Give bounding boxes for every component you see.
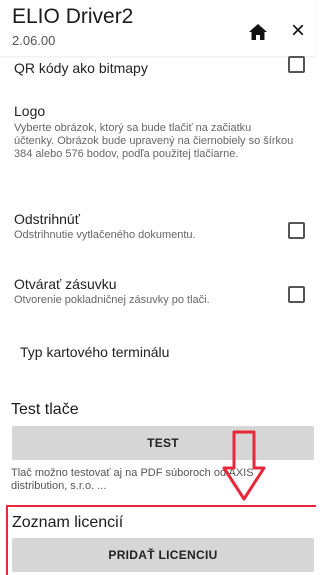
home-icon	[249, 24, 267, 40]
down-arrow-annotation	[222, 430, 266, 501]
app-title: ELIO Driver2	[12, 5, 134, 28]
home-button[interactable]	[248, 22, 268, 42]
logo-setting-description: Vyberte obrázok, ktorý sa bude tlačiť na…	[14, 122, 294, 160]
test-button[interactable]: TEST	[12, 426, 314, 460]
close-icon: ×	[290, 17, 305, 44]
logo-setting-title[interactable]: Logo	[14, 102, 45, 120]
card-terminal-type-setting[interactable]: Typ kartového terminálu	[20, 343, 169, 361]
test-print-section-title: Test tlače	[11, 401, 79, 418]
drawer-setting-title: Otvárať zásuvku	[14, 276, 117, 292]
qr-bitmap-checkbox[interactable]	[288, 56, 305, 73]
qr-bitmap-label: QR kódy ako bitmapy	[14, 60, 148, 76]
license-list-section-title: Zoznam licencií	[12, 514, 124, 531]
close-button[interactable]: ×	[286, 19, 310, 43]
drawer-checkbox[interactable]	[288, 286, 305, 303]
app-version: 2.06.00	[12, 33, 56, 48]
add-license-button[interactable]: PRIDAŤ LICENCIU	[12, 538, 314, 572]
tear-setting-title: Odstrihnúť	[14, 211, 80, 227]
tear-setting-description: Odstrihnutie vytlačeného dokumentu.	[14, 229, 196, 241]
tear-checkbox[interactable]	[288, 222, 305, 239]
drawer-setting-description: Otvorenie pokladničnej zásuvky po tlači.	[14, 294, 210, 306]
app-header: ELIO Driver2 2.06.00 ×	[0, 0, 316, 56]
